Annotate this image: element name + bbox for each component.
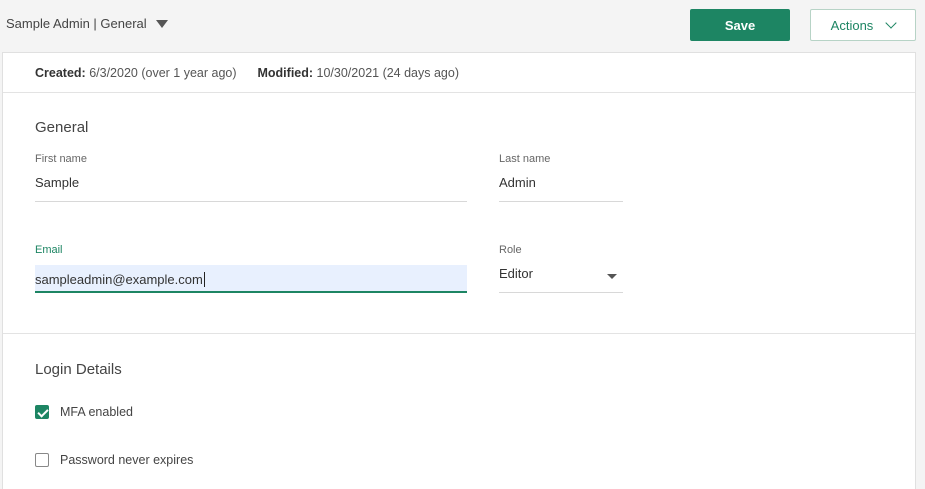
actions-button[interactable]: Actions <box>810 9 916 41</box>
divider <box>3 92 915 93</box>
last-name-input[interactable]: Admin <box>499 174 623 202</box>
check-icon[interactable] <box>35 405 49 419</box>
actions-label: Actions <box>830 17 874 33</box>
user-form-card: Created: 6/3/2020 (over 1 year ago) Modi… <box>2 52 916 489</box>
last-name-field[interactable]: Last name Admin <box>499 153 623 202</box>
first-name-label: First name <box>35 153 87 165</box>
save-button[interactable]: Save <box>690 9 790 41</box>
role-value[interactable]: Editor <box>499 265 623 293</box>
last-name-label: Last name <box>499 153 551 165</box>
email-value: sampleadmin@example.com <box>35 272 203 287</box>
divider <box>3 333 915 334</box>
breadcrumb-label: Sample Admin | General <box>6 16 147 31</box>
record-meta: Created: 6/3/2020 (over 1 year ago) Modi… <box>35 66 459 80</box>
caret-down-icon[interactable] <box>607 274 617 279</box>
created-label: Created: <box>35 66 86 80</box>
caret-down-icon[interactable] <box>155 20 168 28</box>
chevron-down-icon <box>885 17 897 29</box>
breadcrumb[interactable]: Sample Admin | General <box>6 16 168 31</box>
text-cursor <box>203 272 205 287</box>
modified-value: 10/30/2021 (24 days ago) <box>316 66 459 80</box>
section-title-login-details: Login Details <box>35 361 122 378</box>
checkbox-empty-icon[interactable] <box>35 453 49 467</box>
email-field[interactable]: Email sampleadmin@example.com <box>35 244 467 293</box>
role-select[interactable]: Role Editor <box>499 244 623 293</box>
password-never-expires-checkbox-row[interactable]: Password never expires <box>35 453 193 467</box>
top-bar: Sample Admin | General Save Actions <box>0 0 925 52</box>
email-label: Email <box>35 244 63 256</box>
email-input[interactable]: sampleadmin@example.com <box>35 265 467 293</box>
section-title-general: General <box>35 119 89 136</box>
first-name-input[interactable]: Sample <box>35 174 467 202</box>
created-value: 6/3/2020 (over 1 year ago) <box>89 66 237 80</box>
modified-label: Modified: <box>257 66 314 80</box>
mfa-enabled-label: MFA enabled <box>60 405 133 419</box>
mfa-enabled-checkbox-row[interactable]: MFA enabled <box>35 405 133 419</box>
password-never-expires-label: Password never expires <box>60 453 194 467</box>
role-label: Role <box>499 244 522 256</box>
first-name-field[interactable]: First name Sample <box>35 153 467 202</box>
